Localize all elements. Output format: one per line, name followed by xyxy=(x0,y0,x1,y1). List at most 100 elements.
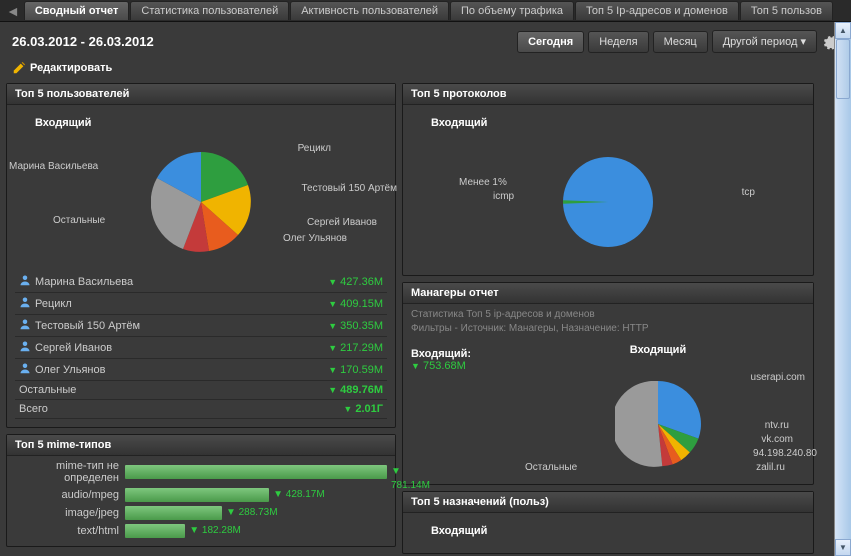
tab-1[interactable]: Статистика пользователей xyxy=(130,1,289,20)
pie-chart-protocols: tcp Менее 1% icmp xyxy=(411,137,805,267)
edit-link[interactable]: Редактировать xyxy=(0,61,851,83)
traffic-value: ▼ 2.01Г xyxy=(343,403,383,415)
date-range: 26.03.2012 - 26.03.2012 xyxy=(12,34,154,49)
pencil-icon xyxy=(12,61,26,75)
pie-label: zalil.ru xyxy=(756,462,785,473)
pie-chart-managers: userapi.com ntv.ru vk.com 94.198.240.80 … xyxy=(503,364,813,484)
pie-label: tcp xyxy=(742,187,755,198)
scroll-down-button[interactable]: ▼ xyxy=(835,539,851,556)
bar-fill xyxy=(125,488,269,502)
user-name: Сергей Иванов xyxy=(35,342,112,354)
tab-bar: ◄ Сводный отчетСтатистика пользователейА… xyxy=(0,0,851,22)
user-name: Всего xyxy=(19,403,48,415)
user-name: Рецикл xyxy=(35,298,72,310)
bar-label: image/jpeg xyxy=(15,507,125,519)
period-other-button[interactable]: Другой период ▾ xyxy=(712,30,817,53)
report-description: Статистика Топ 5 ip-адресов и доменов Фи… xyxy=(403,304,813,340)
user-list: Марина Васильева ▼ 427.36М Рецикл ▼ 409.15М… xyxy=(15,271,387,419)
bar-value: ▼ 182.28М xyxy=(185,524,241,538)
pie-label: Остальные xyxy=(525,462,577,473)
tab-2[interactable]: Активность пользователей xyxy=(290,1,449,20)
pie-label: userapi.com xyxy=(751,372,805,383)
pie-label: vk.com xyxy=(761,434,793,445)
pie-label: Олег Ульянов xyxy=(283,233,347,244)
user-name: Олег Ульянов xyxy=(35,364,105,376)
tab-0[interactable]: Сводный отчет xyxy=(24,1,130,20)
traffic-value: ▼ 217.29М xyxy=(328,342,383,354)
chart-subtitle: Входящий xyxy=(15,113,387,137)
bar-value: ▼ 428.17М xyxy=(269,488,325,502)
bar-row: image/jpeg ▼ 288.73М xyxy=(15,506,387,520)
pie-label: icmp xyxy=(493,191,514,202)
tab-5[interactable]: Топ 5 пользов xyxy=(740,1,833,20)
user-icon xyxy=(19,340,31,355)
chart-subtitle: Входящий xyxy=(411,521,805,545)
scroll-up-button[interactable]: ▲ xyxy=(835,22,851,39)
list-item[interactable]: Всего ▼ 2.01Г xyxy=(15,400,387,419)
user-icon xyxy=(19,296,31,311)
tab-3[interactable]: По объему трафика xyxy=(450,1,574,20)
bar-fill xyxy=(125,506,222,520)
tab-scroll-left[interactable]: ◄ xyxy=(2,3,24,19)
panel-top-mime: Топ 5 mime-типов mime-тип не определен▼ … xyxy=(6,434,396,547)
traffic-value: ▼ 170.59М xyxy=(328,364,383,376)
user-name: Остальные xyxy=(19,384,76,396)
bar-row: text/html ▼ 182.28М xyxy=(15,524,387,538)
bar-fill xyxy=(125,524,185,538)
pie-label: Марина Васильева xyxy=(9,161,98,172)
chevron-down-icon: ▾ xyxy=(800,36,806,48)
pie-label: Сергей Иванов xyxy=(307,217,377,228)
chart-subtitle: Входящий xyxy=(411,113,805,137)
bar-chart-mime: mime-тип не определен▼ 781.14М audio/mpeg… xyxy=(7,456,395,546)
pie-label: Тестовый 150 Артём xyxy=(302,183,398,194)
pie-label: 94.198.240.80 xyxy=(753,448,817,459)
user-name: Марина Васильева xyxy=(35,276,133,288)
bar-label: audio/mpeg xyxy=(15,489,125,501)
bar-label: mime-тип не определен xyxy=(15,460,125,484)
panel-title: Топ 5 mime-типов xyxy=(7,435,395,456)
user-name: Тестовый 150 Артём xyxy=(35,320,140,332)
incoming-value: ▼ 753.68М xyxy=(411,360,495,372)
incoming-label: Входящий: xyxy=(411,348,495,360)
traffic-value: ▼ 427.36М xyxy=(328,276,383,288)
panel-title: Топ 5 пользователей xyxy=(7,84,395,105)
traffic-value: ▼ 350.35М xyxy=(328,320,383,332)
list-item[interactable]: Марина Васильева ▼ 427.36М xyxy=(15,271,387,293)
bar-fill xyxy=(125,465,387,479)
vertical-scrollbar[interactable]: ▲ ▼ xyxy=(834,22,851,556)
pie-label: ntv.ru xyxy=(765,420,789,431)
bar-value: ▼ 288.73М xyxy=(222,506,278,520)
bar-label: text/html xyxy=(15,525,125,537)
bar-value: ▼ 781.14М xyxy=(387,465,430,493)
user-icon xyxy=(19,318,31,333)
panel-top-protocols: Топ 5 протоколов Входящий tcp Менее 1% i… xyxy=(402,83,814,276)
list-item[interactable]: Остальные ▼ 489.76М xyxy=(15,381,387,400)
traffic-value: ▼ 489.76М xyxy=(328,384,383,396)
panel-managers-report: Манагеры отчет Статистика Топ 5 ip-адрес… xyxy=(402,282,814,485)
panel-title: Топ 5 протоколов xyxy=(403,84,813,105)
list-item[interactable]: Сергей Иванов ▼ 217.29М xyxy=(15,337,387,359)
user-icon xyxy=(19,362,31,377)
user-icon xyxy=(19,274,31,289)
list-item[interactable]: Рецикл ▼ 409.15М xyxy=(15,293,387,315)
list-item[interactable]: Олег Ульянов ▼ 170.59М xyxy=(15,359,387,381)
pie-label: Остальные xyxy=(53,215,105,226)
panel-top-users: Топ 5 пользователей Входящий Рецикл Тест… xyxy=(6,83,396,428)
tab-4[interactable]: Топ 5 Ip-адресов и доменов xyxy=(575,1,739,20)
period-week-button[interactable]: Неделя xyxy=(588,31,648,53)
period-today-button[interactable]: Сегодня xyxy=(517,31,584,53)
scroll-thumb[interactable] xyxy=(836,39,850,99)
traffic-value: ▼ 409.15М xyxy=(328,298,383,310)
bar-row: audio/mpeg ▼ 428.17М xyxy=(15,488,387,502)
pie-label: Менее 1% xyxy=(459,177,507,188)
pie-chart-users: Рецикл Тестовый 150 Артём Сергей Иванов … xyxy=(15,137,387,267)
pie-label: Рецикл xyxy=(298,143,331,154)
bar-row: mime-тип не определен▼ 781.14М xyxy=(15,460,387,484)
chart-subtitle: Входящий xyxy=(503,340,813,364)
panel-title: Топ 5 назначений (польз) xyxy=(403,492,813,513)
panel-title: Манагеры отчет xyxy=(403,283,813,304)
period-month-button[interactable]: Месяц xyxy=(653,31,708,53)
panel-top-destinations: Топ 5 назначений (польз) Входящий xyxy=(402,491,814,554)
list-item[interactable]: Тестовый 150 Артём ▼ 350.35М xyxy=(15,315,387,337)
toolbar: 26.03.2012 - 26.03.2012 Сегодня Неделя М… xyxy=(0,22,851,61)
